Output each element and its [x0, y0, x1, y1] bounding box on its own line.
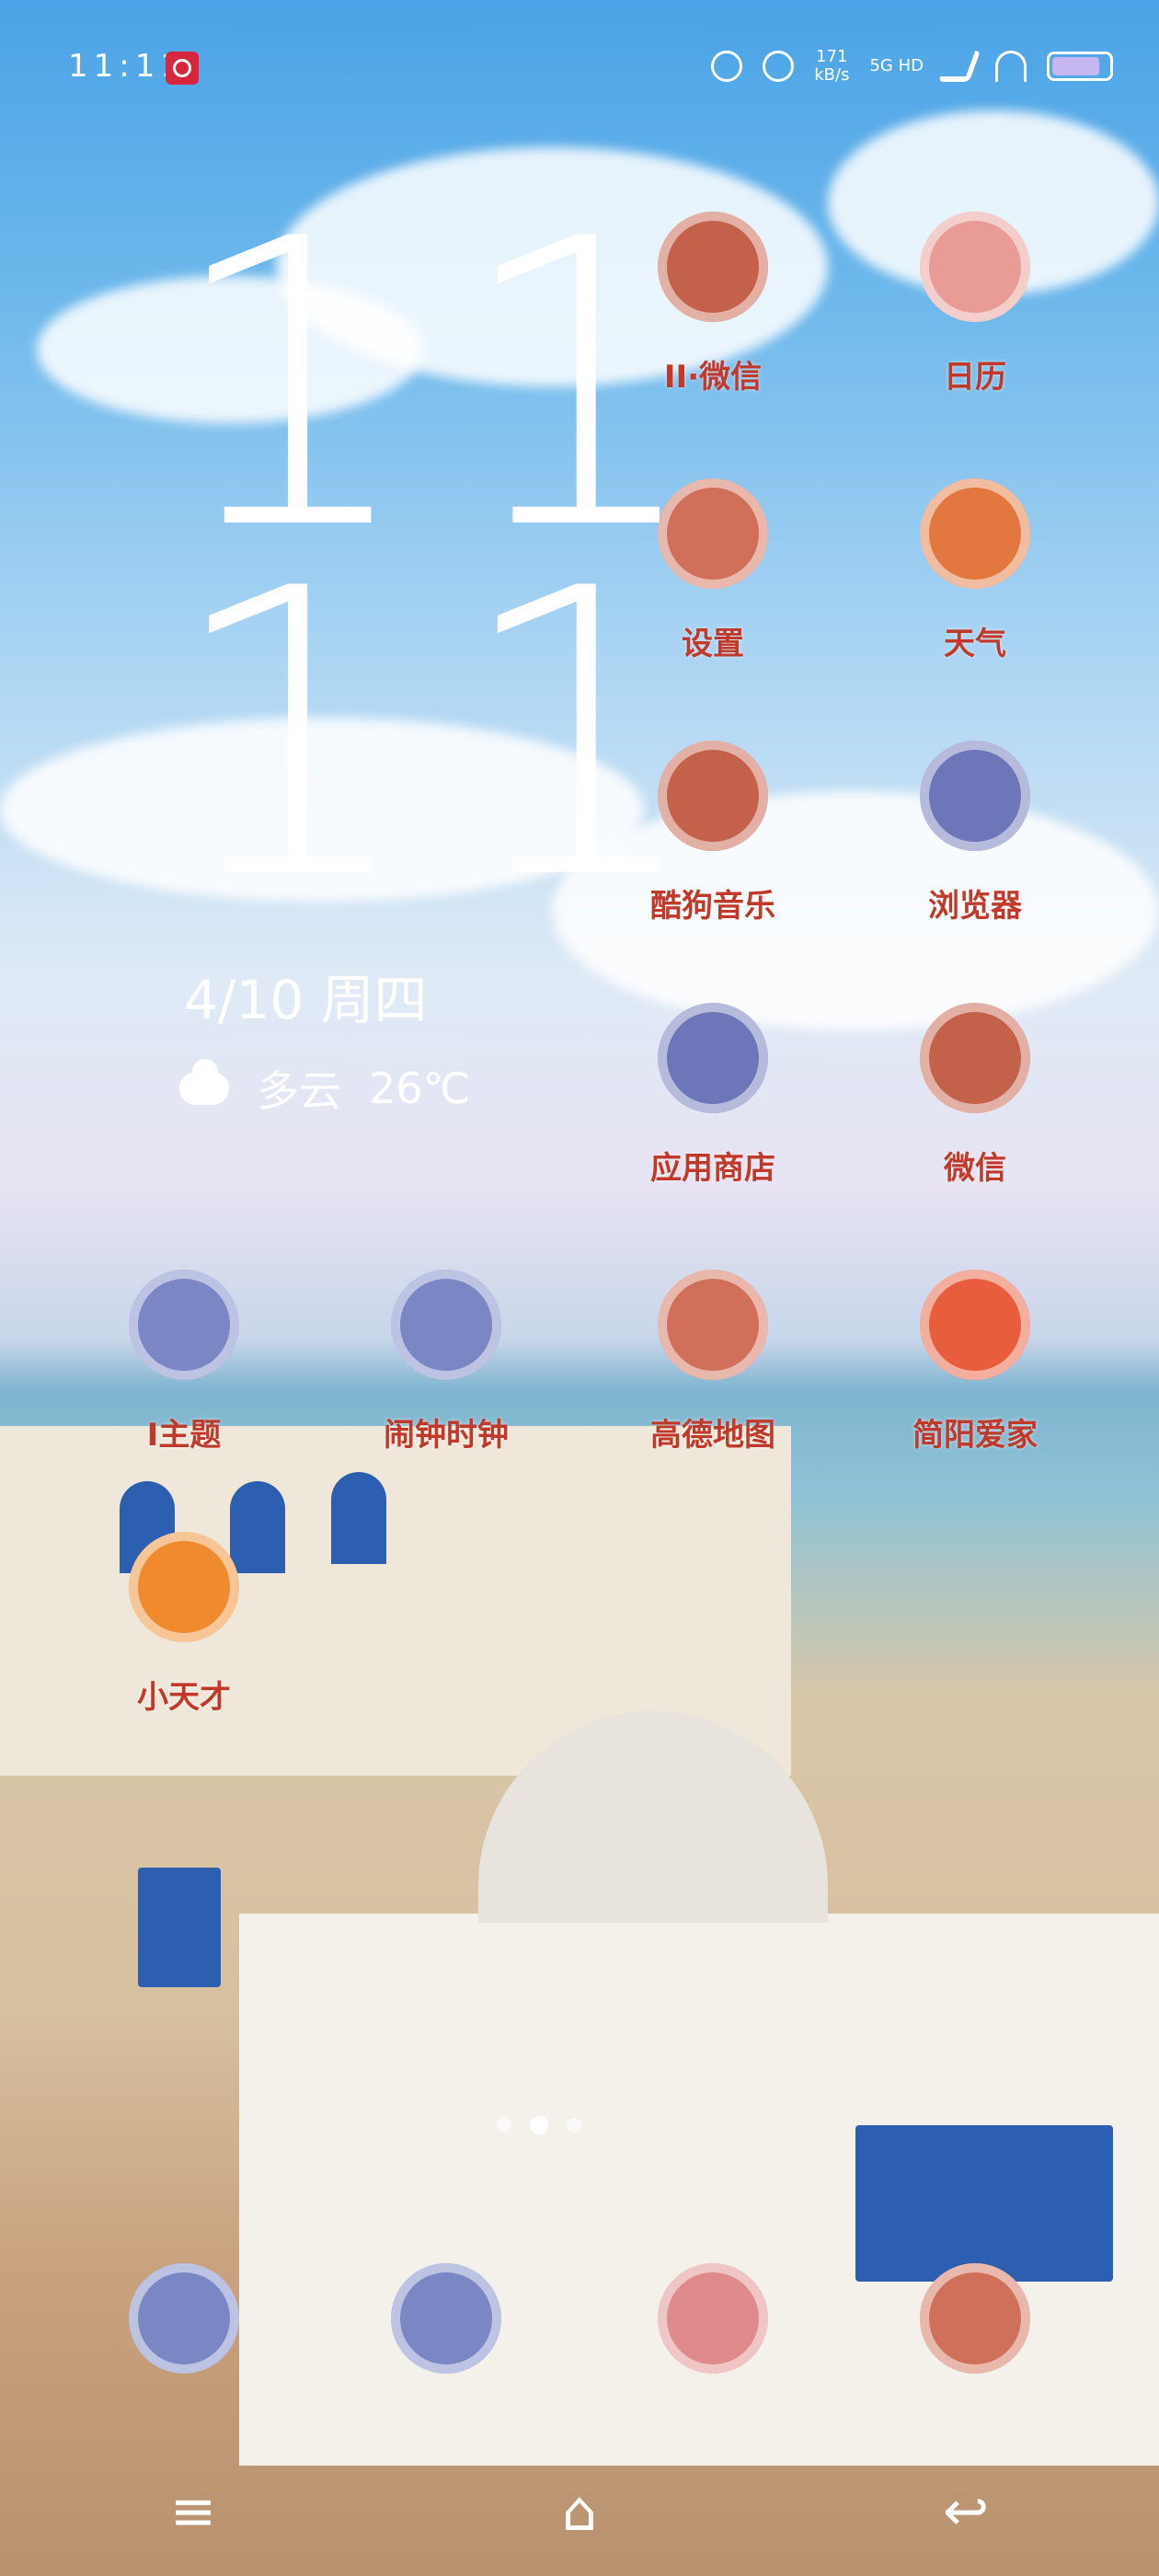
settings-icon: [658, 478, 768, 589]
app-label: 简阳爱家: [912, 1417, 1038, 1454]
amap-icon: [658, 1270, 768, 1380]
navigation-bar: ≡ ⌂ ↩: [0, 2447, 1159, 2576]
battery-level: [1052, 57, 1099, 75]
alarm-clock-icon: [391, 1270, 501, 1380]
app-wechat-clone[interactable]: II·微信: [612, 212, 814, 397]
page-indicator[interactable]: [497, 2116, 581, 2134]
page-dot[interactable]: [567, 2118, 581, 2133]
theme-icon: [129, 1270, 239, 1380]
wallpaper-window: [855, 2125, 1113, 2282]
wallpaper-window: [331, 1472, 386, 1564]
app-alarm-clock[interactable]: 闹钟时钟: [345, 1270, 547, 1455]
app-app-store[interactable]: 应用商店: [612, 1003, 814, 1188]
network-speed-unit: kB/s: [814, 65, 850, 85]
app-label: 闹钟时钟: [384, 1417, 509, 1454]
mute-icon: [763, 51, 795, 82]
signal-icon: [937, 51, 981, 82]
app-label: II·微信: [663, 359, 763, 396]
app-calendar[interactable]: 日历: [874, 212, 1076, 397]
app-label: 微信: [944, 1150, 1006, 1187]
app-weather-sun[interactable]: 天气: [874, 478, 1076, 663]
back-button[interactable]: ↩: [929, 2475, 1003, 2548]
wifi-icon: [995, 51, 1027, 82]
app-store-icon: [658, 1003, 768, 1113]
date-text: 4/10 周四: [184, 969, 428, 1031]
app-label: 天气: [944, 626, 1006, 662]
app-label: I主题: [146, 1417, 222, 1454]
app-label: 酷狗音乐: [650, 888, 775, 925]
app-xiaotiancai[interactable]: 小天才: [83, 1532, 285, 1717]
app-browser[interactable]: 浏览器: [874, 741, 1076, 926]
kugou-music-icon: [658, 741, 768, 851]
dock-app-grapes[interactable]: [345, 2263, 547, 2374]
calendar-icon: [920, 212, 1030, 322]
battery-icon: [1047, 52, 1113, 81]
wallpaper-window: [138, 1868, 221, 1987]
weather-widget[interactable]: 多云 26℃: [179, 1058, 470, 1119]
app-label: 日历: [944, 359, 1006, 396]
page-dot[interactable]: [530, 2116, 548, 2134]
network-speed-value: 171: [816, 47, 848, 66]
browser-icon: [920, 741, 1030, 851]
notification-app-icon: [166, 52, 199, 85]
xiaotiancai-icon: [129, 1532, 239, 1642]
weather-condition: 多云: [257, 1066, 341, 1116]
cloud-icon: [179, 1059, 229, 1105]
app-wechat[interactable]: 微信: [874, 1003, 1076, 1188]
status-bar: 11:11 171 kB/s 5G HD: [0, 0, 1159, 138]
home-button[interactable]: ⌂: [543, 2475, 616, 2548]
alarm-icon: [711, 51, 743, 82]
app-home-love[interactable]: 简阳爱家: [874, 1270, 1076, 1455]
app-theme[interactable]: I主题: [83, 1270, 285, 1455]
wechat-icon: [920, 1003, 1030, 1113]
app-label: 高德地图: [650, 1417, 775, 1454]
weather-sun-icon: [920, 478, 1030, 589]
page-dot[interactable]: [497, 2118, 511, 2133]
app-settings[interactable]: 设置: [612, 478, 814, 663]
phone-icon: [129, 2263, 239, 2374]
network-speed: 171 kB/s: [814, 48, 849, 85]
dock-app-camera[interactable]: [612, 2263, 814, 2374]
status-icons: 171 kB/s 5G HD: [711, 48, 1113, 85]
camera-icon: [658, 2263, 768, 2374]
dock-app-phone[interactable]: [83, 2263, 285, 2374]
app-label: 应用商店: [650, 1150, 775, 1187]
app-kugou-music[interactable]: 酷狗音乐: [612, 741, 814, 926]
network-type: 5G HD: [869, 56, 924, 75]
app-label: 设置: [682, 626, 744, 662]
menu-button[interactable]: ≡: [156, 2475, 230, 2548]
weather-temperature: 26℃: [369, 1064, 471, 1113]
home-screen: 11:11 171 kB/s 5G HD 11 11 4/10 周四 多云 26…: [0, 0, 1159, 2576]
dock-app-gallery[interactable]: [874, 2263, 1076, 2374]
wechat-clone-icon: [658, 212, 768, 322]
home-love-icon: [920, 1270, 1030, 1380]
grapes-icon: [391, 2263, 501, 2374]
app-amap[interactable]: 高德地图: [612, 1270, 814, 1455]
gallery-icon: [920, 2263, 1030, 2374]
app-label: 小天才: [137, 1679, 231, 1716]
app-label: 浏览器: [928, 888, 1022, 925]
